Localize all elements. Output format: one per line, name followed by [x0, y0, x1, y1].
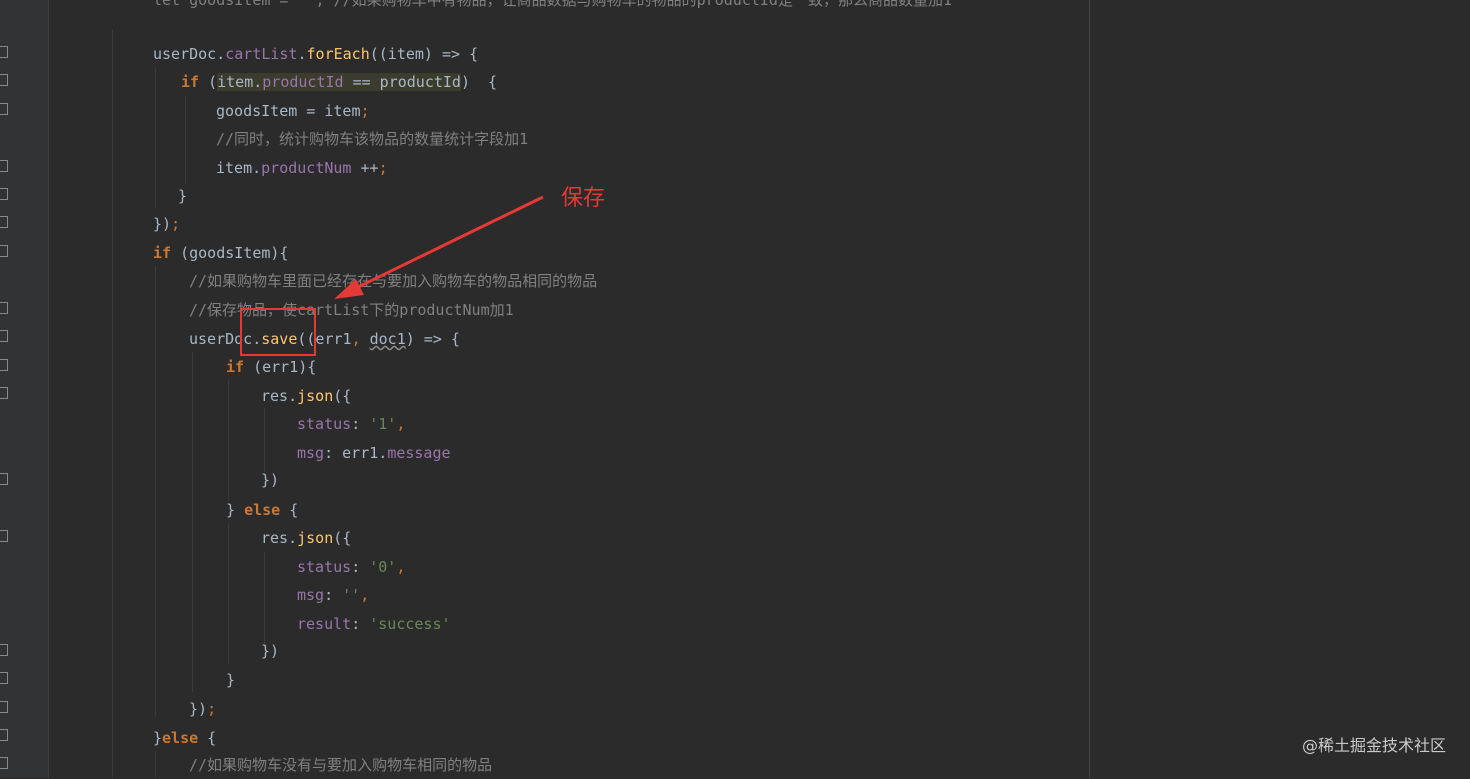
annotation-arrow-icon [334, 195, 544, 299]
annotation-label: 保存 [561, 186, 606, 211]
watermark: @稀土掘金技术社区 [1301, 736, 1446, 755]
